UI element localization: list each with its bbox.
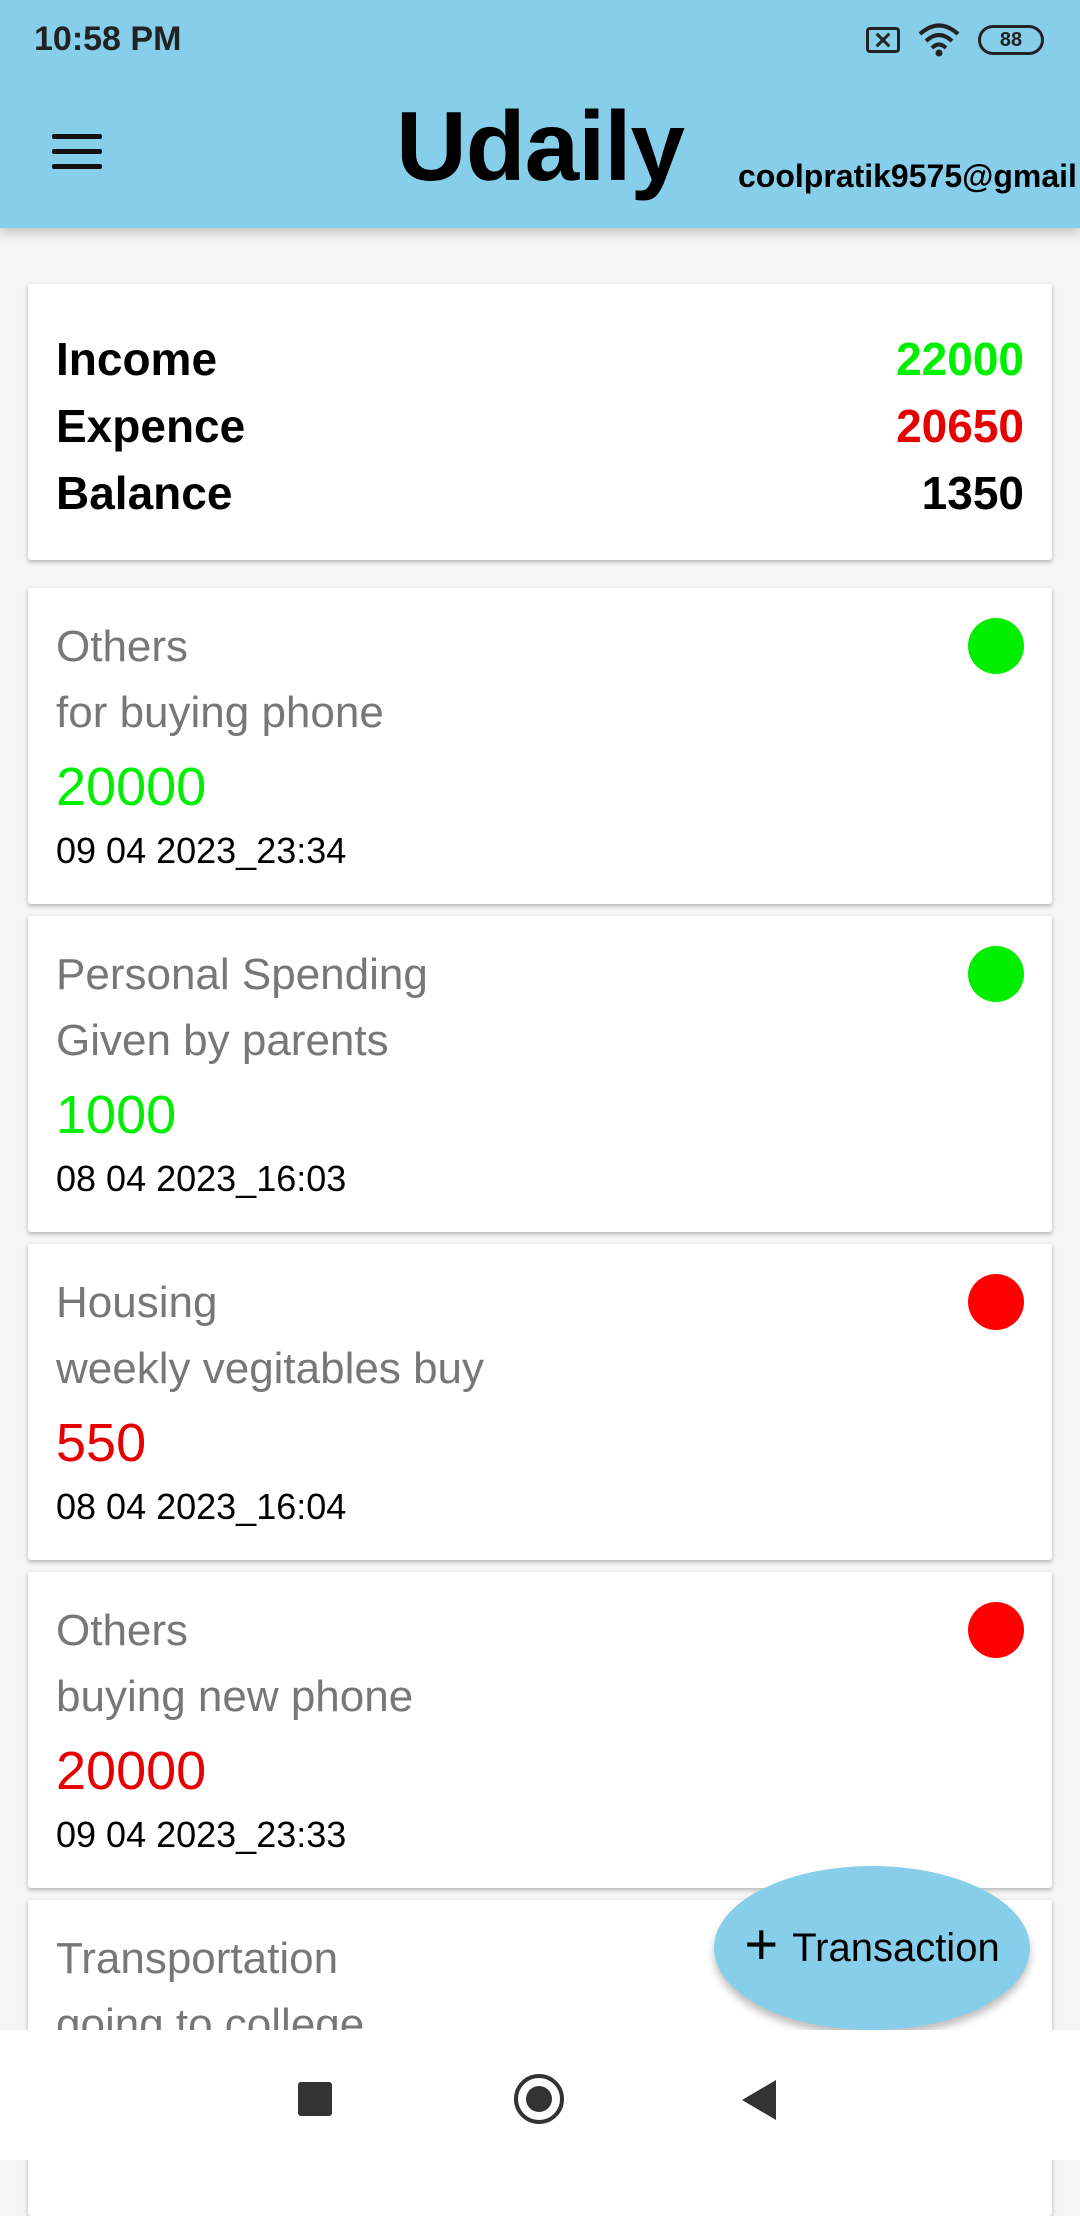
transaction-amount: 1000	[56, 1085, 177, 1145]
transaction-description: buying new phone	[56, 1672, 414, 1721]
transaction-amount: 20000	[56, 1741, 207, 1801]
transaction-card[interactable]: Others buying new phone 20000 09 04 2023…	[28, 1572, 1052, 1888]
transaction-date: 09 04 2023_23:34	[56, 830, 347, 871]
battery-icon: 88	[978, 25, 1044, 55]
back-icon[interactable]	[742, 2080, 776, 2120]
balance-value: 1350	[921, 467, 1024, 519]
status-time: 10:58 PM	[34, 20, 182, 58]
expense-indicator-icon	[968, 1602, 1024, 1658]
income-indicator-icon	[968, 618, 1024, 674]
transaction-card[interactable]: Others for buying phone 20000 09 04 2023…	[28, 588, 1052, 904]
sim-off-icon	[866, 27, 900, 53]
transaction-card[interactable]: Housing weekly vegitables buy 550 08 04 …	[28, 1244, 1052, 1560]
add-transaction-label: Transaction	[792, 1925, 1000, 1970]
transaction-amount: 20000	[56, 757, 207, 817]
transaction-description: Given by parents	[56, 1016, 389, 1065]
transaction-description: weekly vegitables buy	[56, 1344, 485, 1393]
system-nav-bar	[0, 2030, 1080, 2160]
transaction-card[interactable]: Personal Spending Given by parents 1000 …	[28, 916, 1052, 1232]
summary-card: Income 22000 Expence 20650 Balance 1350	[28, 284, 1052, 560]
income-label: Income	[56, 333, 218, 385]
user-email: coolpratik9575@gmail	[738, 158, 1077, 194]
expense-indicator-icon	[968, 1274, 1024, 1330]
add-transaction-button[interactable]: + Transaction	[714, 1866, 1030, 2030]
recents-icon[interactable]	[298, 2082, 332, 2116]
plus-icon: +	[744, 1912, 779, 1977]
status-icons: 88	[866, 20, 1044, 60]
income-value: 22000	[896, 333, 1024, 385]
income-indicator-icon	[968, 946, 1024, 1002]
expense-row: Expence 20650	[56, 395, 1024, 457]
balance-label: Balance	[56, 467, 233, 519]
income-row: Income 22000	[56, 328, 1024, 390]
transaction-category: Transportation	[56, 1934, 339, 1983]
home-icon[interactable]	[514, 2074, 564, 2124]
transaction-category: Others	[56, 622, 189, 671]
expense-value: 20650	[896, 400, 1024, 452]
transaction-amount: 550	[56, 1413, 147, 1473]
balance-row: Balance 1350	[56, 462, 1024, 524]
transaction-date: 08 04 2023_16:04	[56, 1486, 347, 1527]
transaction-date: 09 04 2023_23:33	[56, 1814, 347, 1855]
transaction-date: 08 04 2023_16:03	[56, 1158, 347, 1199]
app-bar: 10:58 PM 88 Udaily coolpratik9575@gmail	[0, 0, 1080, 228]
transaction-category: Others	[56, 1606, 189, 1655]
transaction-category: Personal Spending	[56, 950, 428, 999]
expense-label: Expence	[56, 400, 246, 452]
wifi-icon	[918, 23, 960, 57]
transaction-category: Housing	[56, 1278, 218, 1327]
transaction-description: for buying phone	[56, 688, 384, 737]
